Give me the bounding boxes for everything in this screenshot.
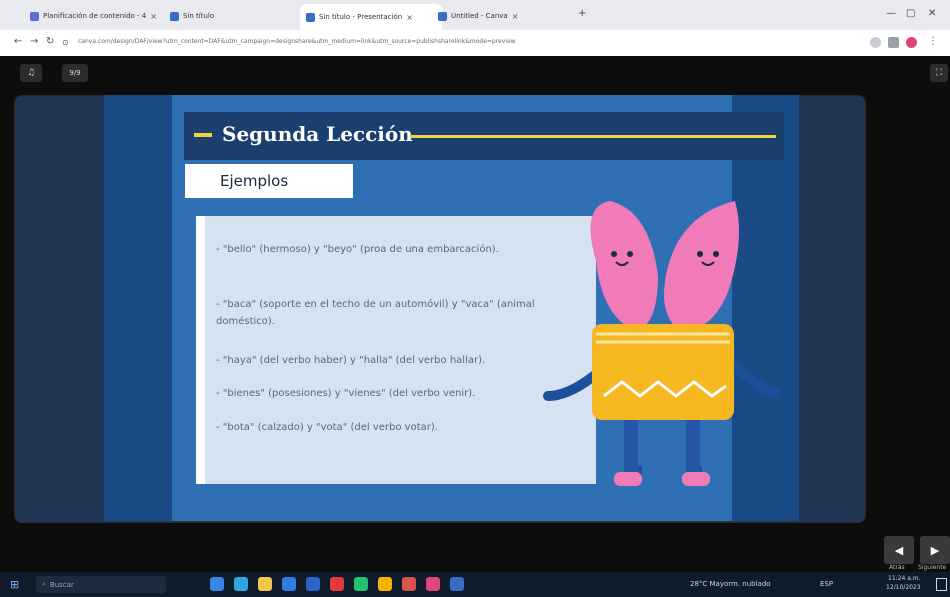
browser-tab[interactable]: Planificación de contenido - 4 × xyxy=(30,6,160,26)
forward-arrow-icon[interactable]: → xyxy=(30,36,38,47)
right-petal xyxy=(664,201,739,331)
previous-label: Atrás xyxy=(889,564,905,571)
search-placeholder: Buscar xyxy=(49,580,74,589)
maximize-button[interactable]: ▢ xyxy=(906,8,915,19)
browser-tab-active[interactable]: Sin título - Presentación × xyxy=(300,4,442,30)
left-shoe xyxy=(614,472,642,486)
taskbar: ⊞ ⌕ Buscar 28°C Mayorm. nublado ESP 11:2… xyxy=(0,572,950,597)
slide-subtitle: Ejemplos xyxy=(220,172,289,190)
left-petal xyxy=(590,201,658,331)
notifications-icon[interactable] xyxy=(936,578,947,591)
next-label: Siguiente xyxy=(918,564,947,571)
new-tab-button[interactable]: + xyxy=(578,8,586,19)
search-icon: ⌕ xyxy=(42,580,46,588)
example-bullet: - "bienes" (posesiones) y "vienes" (del … xyxy=(216,388,476,399)
chrome-icon[interactable] xyxy=(378,577,392,591)
example-bullet: - "bello" (hermoso) y "beyo" (proa de un… xyxy=(216,244,499,255)
title-dash xyxy=(194,133,212,137)
mail-icon[interactable] xyxy=(306,577,320,591)
menu-kebab-icon[interactable]: ⋮ xyxy=(928,36,938,47)
pot xyxy=(592,324,734,420)
windows-start-icon[interactable]: ⊞ xyxy=(10,578,19,591)
example-bullet: - "baca" (soporte en el techo de un auto… xyxy=(216,299,535,327)
eye xyxy=(611,251,617,257)
next-slide-button[interactable]: ▶ xyxy=(920,536,950,564)
close-tab-icon[interactable]: × xyxy=(406,13,413,22)
edge-icon[interactable] xyxy=(234,577,248,591)
language-indicator[interactable]: ESP xyxy=(820,580,833,588)
slide-title: Segunda Lección xyxy=(222,122,413,146)
previous-slide-button[interactable]: ◀ xyxy=(884,536,914,564)
browser-tab-strip: Planificación de contenido - 4 × Sin tít… xyxy=(0,0,950,30)
task-view-icon[interactable] xyxy=(210,577,224,591)
right-shoe xyxy=(682,472,710,486)
browser-tab[interactable]: Untitled - Canva × xyxy=(438,6,568,26)
right-arm xyxy=(725,356,780,399)
whatsapp-icon[interactable] xyxy=(354,577,368,591)
title-underline xyxy=(410,135,776,138)
close-window-button[interactable]: ✕ xyxy=(928,8,936,19)
tab-title: Sin título xyxy=(183,12,215,20)
tab-favicon-icon xyxy=(438,11,447,21)
fullscreen-icon[interactable]: ⛶ xyxy=(930,64,948,82)
store-icon[interactable] xyxy=(282,577,296,591)
url-field[interactable]: canva.com/design/DAF/view?utm_content=DA… xyxy=(78,38,638,48)
app-icon[interactable] xyxy=(426,577,440,591)
back-arrow-icon[interactable]: ← xyxy=(14,36,22,47)
left-leg-upper xyxy=(624,416,638,476)
example-bullet: - "bota" (calzado) y "vota" (del verbo v… xyxy=(216,422,438,433)
profile-avatar[interactable] xyxy=(906,37,917,48)
eye xyxy=(713,251,719,257)
extensions-icon[interactable] xyxy=(888,37,899,48)
browser-tab[interactable]: Sin título xyxy=(170,6,300,26)
taskbar-search[interactable]: ⌕ Buscar xyxy=(36,576,166,593)
app-icon[interactable] xyxy=(450,577,464,591)
tab-favicon-icon xyxy=(30,11,39,21)
eye xyxy=(697,251,703,257)
tab-favicon-icon xyxy=(306,12,315,22)
close-tab-icon[interactable]: × xyxy=(512,12,519,21)
tab-title: Planificación de contenido - 4 xyxy=(43,12,147,20)
minimize-button[interactable]: — xyxy=(886,8,896,19)
address-bar-row: ← → ↻ ⊙ canva.com/design/DAF/view?utm_co… xyxy=(0,30,950,57)
plant-character-illustration xyxy=(543,201,780,486)
clock-date[interactable]: 12/10/2023 xyxy=(886,584,921,591)
presentation-viewer: ♫ 9/9 ⛶ Segunda Lección Ejemplos - "bell… xyxy=(0,56,950,572)
examples-box-accent xyxy=(196,216,205,484)
reload-icon[interactable]: ↻ xyxy=(46,36,54,47)
clock-time[interactable]: 11:24 a.m. xyxy=(888,575,921,582)
file-explorer-icon[interactable] xyxy=(258,577,272,591)
tab-title: Untitled - Canva xyxy=(451,12,508,20)
weather-widget[interactable]: 28°C Mayorm. nublado xyxy=(690,580,771,588)
app-icon[interactable] xyxy=(402,577,416,591)
bookmark-star-icon[interactable] xyxy=(870,37,881,48)
youtube-icon[interactable] xyxy=(330,577,344,591)
site-info-icon[interactable]: ⊙ xyxy=(62,38,69,47)
close-tab-icon[interactable]: × xyxy=(150,12,157,21)
right-leg-upper xyxy=(686,416,700,476)
tab-favicon-icon xyxy=(170,11,179,21)
eye xyxy=(627,251,633,257)
page-counter-button[interactable]: 9/9 xyxy=(62,64,88,82)
music-icon[interactable]: ♫ xyxy=(20,64,42,82)
example-bullet: - "haya" (del verbo haber) y "halla" (de… xyxy=(216,355,486,366)
tab-title: Sin título - Presentación xyxy=(319,13,403,21)
